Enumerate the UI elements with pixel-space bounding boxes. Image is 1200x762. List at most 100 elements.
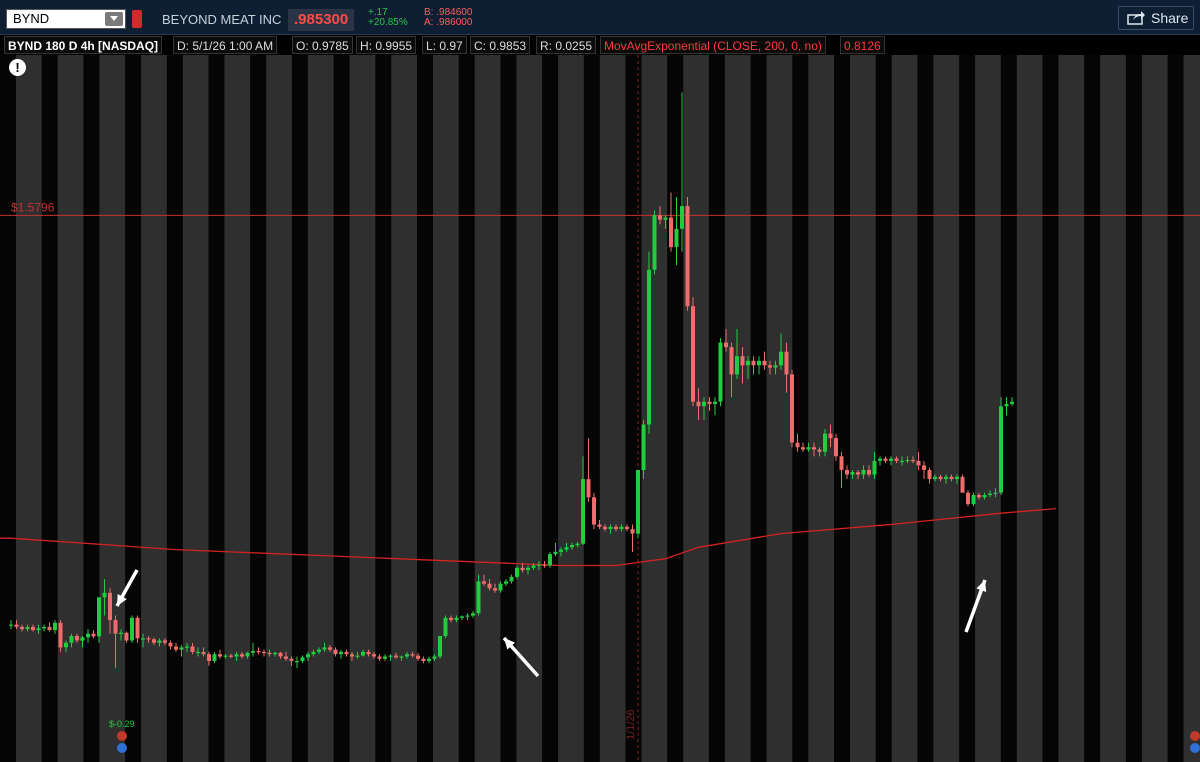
- candle-body: [234, 654, 239, 657]
- candle-body: [157, 640, 162, 643]
- candle-body: [509, 576, 514, 582]
- candle-body: [108, 592, 112, 621]
- candle-body: [784, 351, 789, 375]
- candle-body: [31, 626, 35, 631]
- candle-body: [212, 654, 217, 661]
- share-button[interactable]: Share: [1118, 6, 1194, 30]
- candle-body: [388, 655, 393, 657]
- candle-body: [949, 476, 954, 480]
- date-marker-label: 1/1/26: [625, 709, 637, 740]
- candle-body: [91, 633, 96, 637]
- candle-body: [262, 651, 266, 654]
- candle-body: [377, 656, 382, 659]
- candle-body: [669, 217, 673, 248]
- candle-body: [850, 472, 855, 475]
- candle-body: [768, 365, 772, 368]
- candle-body: [823, 433, 827, 452]
- candle-body: [146, 638, 151, 640]
- session-stripe: [1167, 55, 1184, 762]
- candle-body: [559, 549, 563, 552]
- candle-body: [97, 597, 101, 637]
- info-close: C: 0.9853: [470, 36, 531, 54]
- candle-body: [872, 460, 877, 475]
- candle-body: [867, 470, 871, 475]
- candle-body: [493, 588, 497, 591]
- candle-body: [916, 460, 921, 466]
- top-toolbar: BYND BEYOND MEAT INC .985300 +.17 +20.85…: [0, 0, 1200, 35]
- candle-body: [454, 617, 459, 621]
- candle-body: [614, 526, 618, 530]
- session-stripe: [500, 55, 517, 762]
- share-icon: [1127, 11, 1145, 28]
- candle-body: [834, 438, 838, 457]
- candle-body: [680, 206, 684, 229]
- session-stripe: [166, 55, 183, 762]
- candle-body: [322, 647, 327, 650]
- candle-body: [933, 476, 937, 480]
- session-stripe: [1000, 55, 1017, 762]
- info-open: O: 0.9785: [292, 36, 353, 54]
- candle-body: [938, 476, 943, 480]
- candle-body: [883, 458, 888, 461]
- candle-body: [306, 654, 310, 658]
- candle-body: [526, 567, 530, 571]
- candle-body: [762, 360, 767, 366]
- candle-body: [652, 215, 657, 270]
- candle-body: [515, 567, 519, 577]
- candle-body: [647, 269, 651, 425]
- candle-body: [779, 351, 783, 366]
- candle-body: [300, 657, 305, 661]
- chevron-down-icon[interactable]: [105, 12, 123, 26]
- candle-body: [504, 581, 508, 584]
- session-stripe: [583, 55, 600, 762]
- link-marker-icon[interactable]: [132, 10, 142, 28]
- candle-body: [427, 658, 431, 661]
- candle-body: [619, 526, 624, 530]
- candle-body: [663, 217, 668, 220]
- symbol-selector[interactable]: BYND: [6, 9, 126, 29]
- candle-body: [53, 622, 57, 631]
- candle-body: [190, 646, 195, 652]
- session-stripe: [542, 55, 559, 762]
- candle-body: [905, 460, 910, 462]
- bid-ask: B: .984600 A: .986000: [424, 8, 472, 28]
- candle-body: [218, 654, 222, 657]
- chart-title: BYND 180 D 4h [NASDAQ]: [4, 36, 163, 54]
- candle-body: [207, 654, 211, 661]
- candle-body: [399, 656, 404, 658]
- session-stripe: [917, 55, 934, 762]
- candle-body: [256, 651, 261, 653]
- share-label: Share: [1151, 10, 1189, 26]
- candle-body: [130, 617, 134, 641]
- candle-body: [372, 654, 376, 657]
- candle-body: [179, 647, 184, 650]
- candle-body: [75, 636, 79, 641]
- candle-body: [603, 526, 607, 530]
- candle-body: [861, 470, 866, 475]
- candle-body: [839, 456, 844, 470]
- candle-body: [344, 651, 349, 655]
- candle-body: [592, 497, 596, 525]
- candle-body: [438, 636, 442, 657]
- candle-body: [361, 651, 365, 656]
- candle-body: [795, 442, 800, 448]
- candle-body: [553, 551, 558, 555]
- candle-body: [828, 433, 833, 439]
- candle-body: [416, 655, 420, 659]
- candle-body: [718, 342, 723, 402]
- candle-body: [713, 401, 717, 404]
- candle-body: [432, 656, 437, 659]
- earnings-icon: [1190, 731, 1200, 741]
- candle-body: [476, 581, 481, 614]
- candle-body: [537, 564, 541, 566]
- candle-body: [977, 495, 981, 498]
- candle-body: [465, 615, 470, 617]
- price-chart[interactable]: 1/1/26 $1.5796 $-0.29: [0, 0, 1200, 762]
- exclamation-icon[interactable]: !: [9, 59, 26, 76]
- candle-body: [240, 654, 244, 657]
- candle-body: [1010, 401, 1014, 404]
- ask-value: A: .986000: [424, 17, 473, 28]
- candle-body: [273, 652, 277, 655]
- candle-body: [856, 472, 860, 475]
- candle-body: [806, 447, 811, 450]
